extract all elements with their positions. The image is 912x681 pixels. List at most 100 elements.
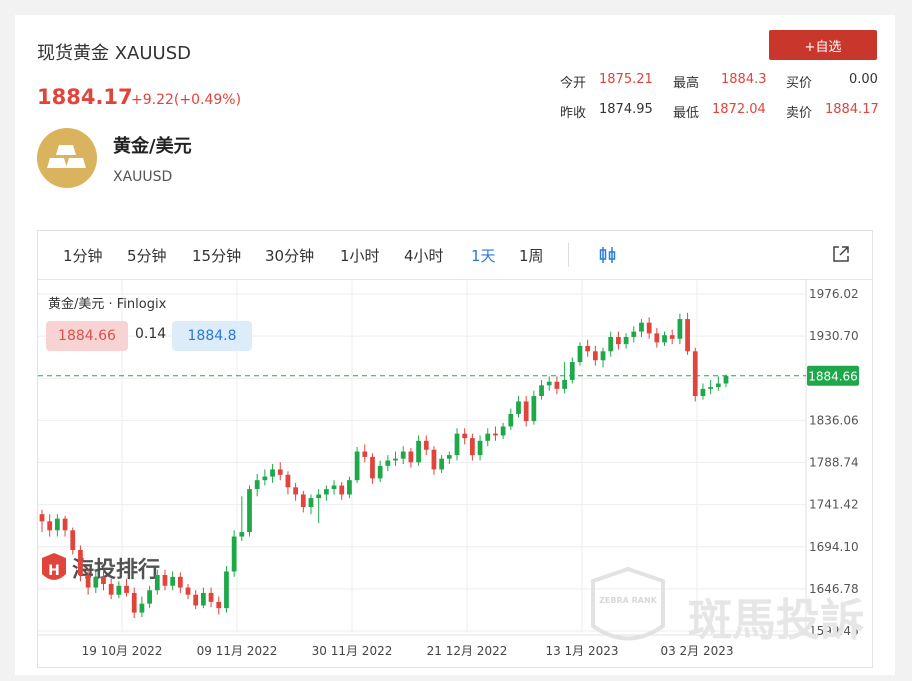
candle-body <box>400 451 406 459</box>
candle-body <box>439 458 445 470</box>
open-value: 1875.21 <box>599 72 653 87</box>
candle-body <box>546 381 552 386</box>
candle-body <box>539 385 544 397</box>
candle-body <box>216 601 222 609</box>
y-tick-label: 1741.42 <box>809 498 859 512</box>
watermark-left-text: 海投排行 <box>72 557 160 583</box>
watermark-left: H 海投排行 <box>42 553 160 583</box>
candle-body <box>577 345 583 363</box>
candle-body <box>262 476 268 481</box>
x-tick-label: 13 1月 2023 <box>545 644 618 658</box>
y-tick-label: 1646.78 <box>809 582 859 596</box>
candle-body <box>116 585 122 595</box>
candle-body <box>423 440 429 450</box>
watermark-badge-text: ZEBRA RANK <box>599 596 658 605</box>
candle-body <box>162 575 168 586</box>
candle-body <box>362 451 368 457</box>
candle-body <box>339 485 345 495</box>
asset-code: XAUUSD <box>113 169 173 185</box>
chart-series-label: 黄金/美元 · Finlogix <box>48 297 167 312</box>
candle-body <box>170 576 176 586</box>
candle-body <box>354 451 360 481</box>
candle-body <box>692 351 698 397</box>
candle-body <box>454 433 460 456</box>
candle-body <box>131 592 137 613</box>
gold-bars-icon <box>37 128 97 188</box>
candle-body <box>393 458 398 461</box>
candle-body <box>523 401 529 422</box>
candle-body <box>416 440 421 463</box>
candle-body <box>331 485 337 490</box>
candle-body <box>600 351 606 361</box>
ask-value: 1884.17 <box>825 102 879 117</box>
legend-ask-price: 1884.8 <box>172 321 252 351</box>
candle-body <box>608 336 614 352</box>
watermark-right-text: 斑馬投訴 <box>688 595 864 646</box>
chart-panel: 1分钟 5分钟 15分钟 30分钟 1小时 4小时 1天 1周 1976.02 1… <box>37 230 873 668</box>
candle-body <box>446 455 452 459</box>
candle-body <box>408 451 414 463</box>
candle-body <box>185 587 191 595</box>
candle-body <box>623 336 629 345</box>
candle-body <box>323 489 329 495</box>
candle-body <box>193 594 199 606</box>
x-tick-label: 30 11月 2022 <box>312 644 393 658</box>
candle-body <box>516 401 521 414</box>
candle-body <box>308 498 314 508</box>
y-tick-label: 1976.02 <box>809 287 859 301</box>
candle-body <box>54 518 60 531</box>
x-tick-label: 09 11月 2022 <box>197 644 278 658</box>
candle-body <box>201 592 206 606</box>
y-tick-label: 1836.06 <box>809 413 859 427</box>
candle-body <box>385 460 391 466</box>
bid-label: 买价 <box>786 76 813 91</box>
candle-body <box>239 532 245 537</box>
candle-body <box>370 456 375 479</box>
candle-body <box>39 514 45 522</box>
candle-body <box>139 603 145 613</box>
legend-bid-price: 1884.66 <box>46 321 128 351</box>
candle-body <box>715 383 721 388</box>
candle-body <box>585 345 591 352</box>
high-value: 1884.3 <box>721 72 767 87</box>
current-price: 1884.17 <box>37 85 133 109</box>
candle-body <box>708 387 714 389</box>
ask-label: 卖价 <box>786 106 813 121</box>
brand-shield-letter: H <box>48 563 60 579</box>
candle-body <box>723 375 729 384</box>
candle-body <box>700 388 706 397</box>
candle-body <box>316 494 322 499</box>
candle-body <box>685 319 690 352</box>
price-change: +9.22(+0.49%) <box>131 92 242 108</box>
bid-value: 0.00 <box>849 72 878 87</box>
prev-close-label: 昨收 <box>560 106 587 121</box>
candle-body <box>300 494 306 508</box>
candle-body <box>101 576 106 584</box>
x-tick-label: 19 10月 2022 <box>82 644 163 658</box>
candle-body <box>662 335 667 343</box>
candle-body <box>493 433 498 436</box>
candle-body <box>277 469 283 475</box>
candle-body <box>646 322 652 334</box>
x-tick-label: 21 12月 2022 <box>427 644 508 658</box>
add-watchlist-button[interactable]: +自选 <box>769 30 877 60</box>
page-title: 现货黄金 XAUUSD <box>37 43 192 64</box>
candle-body <box>147 590 152 604</box>
candle-body <box>208 592 214 602</box>
candle-body <box>616 336 621 345</box>
candle-body <box>508 413 514 427</box>
high-label: 最高 <box>673 76 700 91</box>
y-tick-label: 1694.10 <box>809 540 859 554</box>
low-value: 1872.04 <box>712 102 766 117</box>
legend-spread: 0.14 <box>135 326 167 342</box>
candle-body <box>93 576 99 588</box>
candle-body <box>154 575 160 591</box>
candle-body <box>177 576 183 588</box>
candle-body <box>639 322 644 332</box>
candle-body <box>677 319 683 339</box>
candle-body <box>270 469 275 477</box>
y-tick-label: 1930.70 <box>809 329 859 343</box>
candle-body <box>500 426 506 436</box>
candle-body <box>224 571 229 609</box>
candle-body <box>477 440 483 456</box>
